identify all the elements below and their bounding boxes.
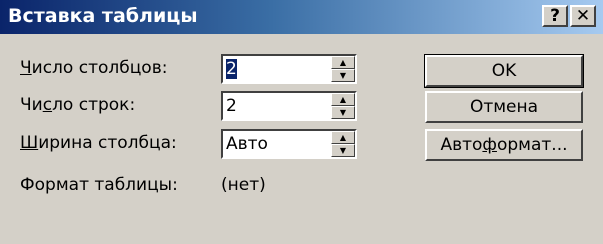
rows-value[interactable]: 2 [226,96,237,116]
autoformat-button[interactable]: Авто ф ормат... [425,129,583,161]
rows-up-button[interactable]: ▲ [331,93,355,106]
column-width-label: Ширина столбца: [20,133,177,153]
column-width-spinner[interactable]: Авто ▲ ▼ [221,129,357,159]
width-up-button[interactable]: ▲ [331,131,355,144]
arrow-down-icon: ▼ [339,70,347,80]
cancel-button[interactable]: Отмена [425,91,583,123]
table-format-label: Формат таблицы: [20,175,178,195]
rows-down-button[interactable]: ▼ [331,106,355,119]
rows-spinner[interactable]: 2 ▲ ▼ [221,91,357,121]
help-icon: ? [550,5,560,26]
column-width-value[interactable]: Авто [226,134,268,154]
ok-button[interactable]: OK [424,54,584,88]
title-bar: Вставка таблицы ? ✕ [0,0,603,34]
columns-value[interactable]: 2 [226,59,237,79]
arrow-up-icon: ▲ [339,57,347,67]
arrow-down-icon: ▼ [339,145,347,155]
columns-up-button[interactable]: ▲ [331,56,355,69]
arrow-down-icon: ▼ [339,107,347,117]
width-down-button[interactable]: ▼ [331,144,355,157]
arrow-up-icon: ▲ [339,94,347,104]
close-button[interactable]: ✕ [570,5,596,27]
columns-label: Число столбцов: [20,58,168,78]
arrow-up-icon: ▲ [339,132,347,142]
close-icon: ✕ [575,5,591,26]
columns-spinner[interactable]: 2 ▲ ▼ [221,54,357,84]
rows-label: Число строк: [20,95,136,115]
window-title: Вставка таблицы [8,5,198,27]
help-button[interactable]: ? [542,5,568,27]
columns-down-button[interactable]: ▼ [331,69,355,82]
table-format-value: (нет) [221,175,266,195]
